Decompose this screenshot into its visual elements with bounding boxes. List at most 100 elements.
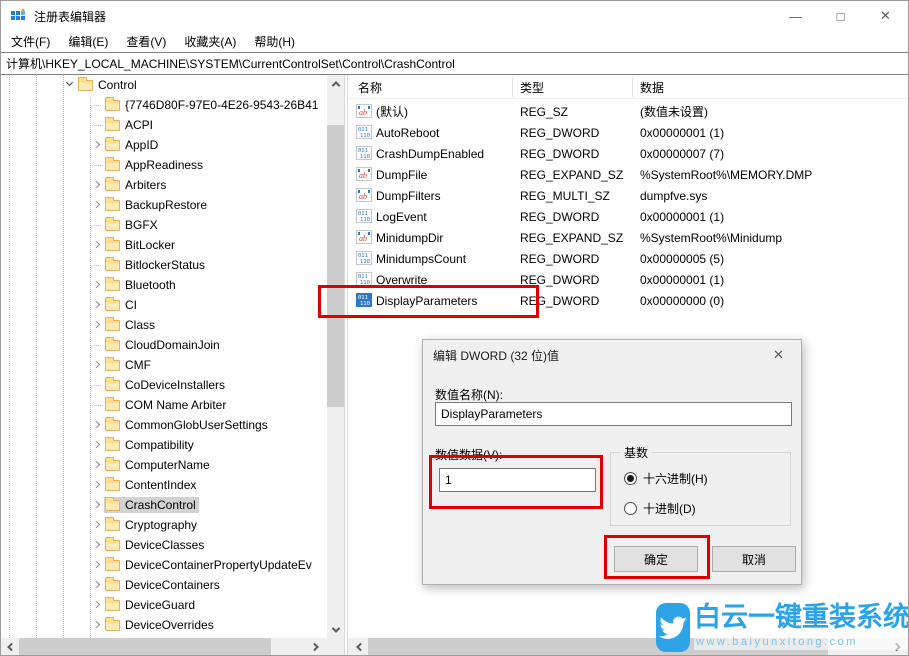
- tree-item[interactable]: CoDeviceInstallers: [1, 375, 324, 395]
- address-bar[interactable]: 计算机\HKEY_LOCAL_MACHINE\SYSTEM\CurrentCon…: [1, 52, 908, 75]
- tree-node[interactable]: Cryptography: [104, 517, 200, 533]
- value-name-input[interactable]: [435, 402, 792, 426]
- tree-node[interactable]: ACPI: [104, 117, 156, 133]
- tree-node[interactable]: CloudDomainJoin: [104, 337, 223, 353]
- tree-item[interactable]: DeviceOverrides: [1, 615, 324, 635]
- menu-edit[interactable]: 编辑(E): [59, 31, 117, 52]
- tree-item[interactable]: ACPI: [1, 115, 324, 135]
- scroll-left-icon[interactable]: [350, 638, 367, 655]
- tree-item[interactable]: Arbiters: [1, 175, 324, 195]
- tree-node[interactable]: Arbiters: [104, 177, 169, 193]
- value-row[interactable]: abDumpFileREG_EXPAND_SZ%SystemRoot%\MEMO…: [348, 164, 908, 185]
- radio-selected-icon[interactable]: [624, 472, 637, 485]
- menu-help[interactable]: 帮助(H): [245, 31, 304, 52]
- chevron-right-icon[interactable]: [90, 458, 104, 472]
- tree-item[interactable]: CloudDomainJoin: [1, 335, 324, 355]
- chevron-right-icon[interactable]: [90, 138, 104, 152]
- dialog-close-button[interactable]: ✕: [756, 340, 801, 370]
- value-data-input[interactable]: [439, 468, 596, 492]
- column-separator[interactable]: [632, 77, 633, 97]
- column-header-type[interactable]: 类型: [520, 75, 544, 99]
- tree-node[interactable]: CI: [104, 297, 140, 313]
- chevron-right-icon[interactable]: [90, 318, 104, 332]
- tree-item[interactable]: CrashControl: [1, 495, 324, 515]
- tree-item[interactable]: BitLocker: [1, 235, 324, 255]
- tree-node[interactable]: DeviceGuard: [104, 597, 198, 613]
- scroll-right-icon[interactable]: [307, 638, 324, 655]
- tree-item[interactable]: CommonGlobUserSettings: [1, 415, 324, 435]
- maximize-button[interactable]: □: [818, 1, 863, 31]
- chevron-right-icon[interactable]: [90, 598, 104, 612]
- tree-node[interactable]: CoDeviceInstallers: [104, 377, 228, 393]
- minimize-button[interactable]: —: [773, 1, 818, 31]
- hex-radio-option[interactable]: 十六进制(H): [624, 470, 708, 487]
- tree-item[interactable]: ComputerName: [1, 455, 324, 475]
- tree-node[interactable]: ContentIndex: [104, 477, 199, 493]
- tree-node[interactable]: DeviceClasses: [104, 537, 207, 553]
- tree-node[interactable]: AppReadiness: [104, 157, 206, 173]
- chevron-right-icon[interactable]: [90, 438, 104, 452]
- tree-item[interactable]: DeviceGuard: [1, 595, 324, 615]
- chevron-right-icon[interactable]: [90, 238, 104, 252]
- column-separator[interactable]: [512, 77, 513, 97]
- radio-unselected-icon[interactable]: [624, 502, 637, 515]
- tree-node[interactable]: CommonGlobUserSettings: [104, 417, 271, 433]
- tree-node[interactable]: CrashControl: [104, 497, 199, 513]
- chevron-right-icon[interactable]: [90, 198, 104, 212]
- value-row[interactable]: abDumpFiltersREG_MULTI_SZdumpfve.sys: [348, 185, 908, 206]
- tree-node[interactable]: CMF: [104, 357, 154, 373]
- tree-item[interactable]: Control: [1, 75, 324, 95]
- tree-item[interactable]: {7746D80F-97E0-4E26-9543-26B41: [1, 95, 324, 115]
- tree-node[interactable]: BitlockerStatus: [104, 257, 208, 273]
- scroll-up-icon[interactable]: [327, 75, 344, 92]
- tree-horizontal-scrollbar[interactable]: [1, 638, 344, 655]
- tree-item[interactable]: AppReadiness: [1, 155, 324, 175]
- tree-item[interactable]: DeviceClasses: [1, 535, 324, 555]
- decimal-radio-option[interactable]: 十进制(D): [624, 500, 696, 517]
- tree-node[interactable]: Compatibility: [104, 437, 197, 453]
- chevron-right-icon[interactable]: [90, 538, 104, 552]
- chevron-right-icon[interactable]: [90, 418, 104, 432]
- chevron-right-icon[interactable]: [90, 278, 104, 292]
- chevron-right-icon[interactable]: [90, 558, 104, 572]
- chevron-right-icon[interactable]: [90, 618, 104, 632]
- tree-item[interactable]: BitlockerStatus: [1, 255, 324, 275]
- tree-node[interactable]: BitLocker: [104, 237, 178, 253]
- tree-node[interactable]: ComputerName: [104, 457, 213, 473]
- tree-item[interactable]: DeviceContainers: [1, 575, 324, 595]
- chevron-right-icon[interactable]: [90, 578, 104, 592]
- tree-node[interactable]: Class: [104, 317, 158, 333]
- chevron-right-icon[interactable]: [90, 358, 104, 372]
- chevron-down-icon[interactable]: [63, 78, 77, 92]
- tree-vscroll-thumb[interactable]: [327, 125, 344, 407]
- tree-node[interactable]: DeviceContainers: [104, 577, 223, 593]
- tree-item[interactable]: COM Name Arbiter: [1, 395, 324, 415]
- scroll-down-icon[interactable]: [327, 621, 344, 638]
- tree-item[interactable]: Bluetooth: [1, 275, 324, 295]
- cancel-button[interactable]: 取消: [712, 546, 796, 572]
- tree-item[interactable]: Compatibility: [1, 435, 324, 455]
- tree-node[interactable]: BGFX: [104, 217, 161, 233]
- value-row[interactable]: ab(默认)REG_SZ(数值未设置): [348, 101, 908, 122]
- tree-item[interactable]: BGFX: [1, 215, 324, 235]
- tree-node[interactable]: DeviceOverrides: [104, 617, 217, 633]
- column-header-data[interactable]: 数据: [640, 75, 664, 99]
- tree-node[interactable]: Bluetooth: [104, 277, 179, 293]
- tree-item[interactable]: BackupRestore: [1, 195, 324, 215]
- value-row[interactable]: 011110DisplayParametersREG_DWORD0x000000…: [348, 290, 908, 311]
- menu-file[interactable]: 文件(F): [2, 31, 59, 52]
- tree-node[interactable]: {7746D80F-97E0-4E26-9543-26B41: [104, 97, 321, 113]
- scroll-left-icon[interactable]: [1, 638, 18, 655]
- ok-button[interactable]: 确定: [614, 546, 698, 572]
- tree-item[interactable]: Class: [1, 315, 324, 335]
- chevron-right-icon[interactable]: [90, 518, 104, 532]
- tree-item[interactable]: Cryptography: [1, 515, 324, 535]
- tree-node[interactable]: DeviceContainerPropertyUpdateEv: [104, 557, 315, 573]
- value-row[interactable]: 011110CrashDumpEnabledREG_DWORD0x0000000…: [348, 143, 908, 164]
- tree-item[interactable]: CMF: [1, 355, 324, 375]
- tree-item[interactable]: ContentIndex: [1, 475, 324, 495]
- chevron-right-icon[interactable]: [90, 178, 104, 192]
- tree-item[interactable]: CI: [1, 295, 324, 315]
- value-row[interactable]: 011110AutoRebootREG_DWORD0x00000001 (1): [348, 122, 908, 143]
- close-button[interactable]: ✕: [863, 1, 908, 31]
